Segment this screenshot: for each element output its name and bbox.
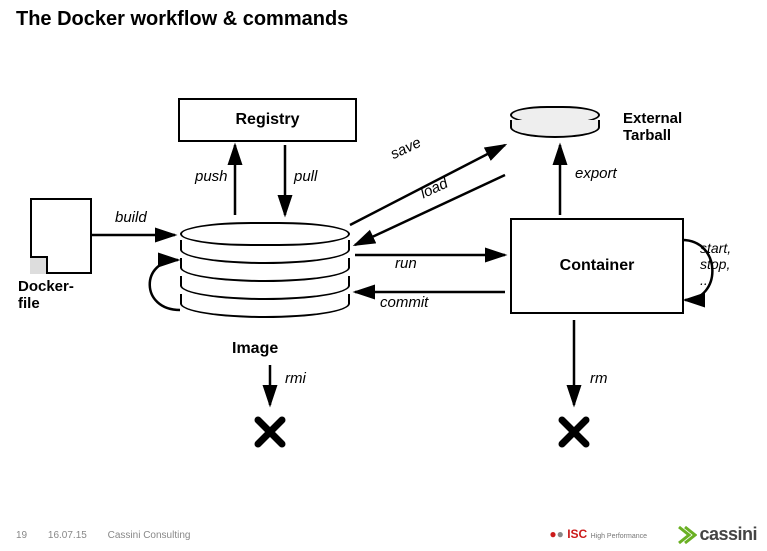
dockerfile-label: Docker- file [18,278,74,312]
edge-pull: pull [294,168,317,185]
edge-commit: commit [380,294,428,311]
isc-logo-sub: High Performance [591,533,647,540]
dockerfile-node [30,198,92,274]
image-node [180,222,350,318]
edge-push: push [195,168,228,185]
registry-node: Registry [178,98,357,142]
edge-rm: rm [590,370,608,387]
container-label: Container [560,257,635,275]
tarball-label: External Tarball [623,110,682,144]
chevron-icon [677,525,697,545]
page-number: 19 [16,530,27,541]
edge-lifecycle: start, stop, ... [700,240,731,288]
registry-label: Registry [235,111,299,129]
delete-icon [258,418,286,446]
footer-date: 16.07.15 [48,530,87,541]
cassini-logo-text: cassini [699,524,757,544]
edge-build: build [115,209,147,226]
isc-logo-text: ISC [567,527,587,541]
edge-rmi: rmi [285,370,306,387]
page-title: The Docker workflow & commands [16,8,348,31]
isc-logo: ●● ISC High Performance [549,527,647,541]
tarball-node [510,106,600,138]
edge-save: save [388,134,424,163]
cassini-logo: cassini [677,524,757,545]
footer-org: Cassini Consulting [108,530,191,541]
container-node: Container [510,218,684,314]
edge-run: run [395,255,417,272]
image-label: Image [232,340,278,358]
delete-icon [562,418,590,446]
footer: 19 16.07.15 Cassini Consulting [16,530,208,541]
edge-export: export [575,165,617,182]
edge-load: load [418,175,451,202]
